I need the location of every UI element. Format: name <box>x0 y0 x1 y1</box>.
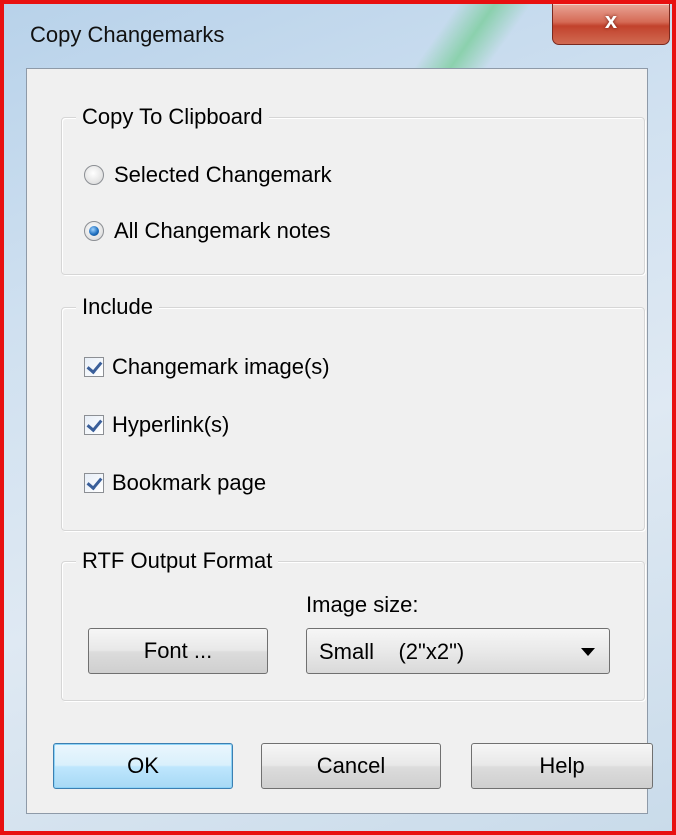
chevron-down-icon[interactable] <box>581 648 595 656</box>
radio-checked-icon[interactable] <box>84 221 104 241</box>
include-group: Include Changemark image(s) Hyperlink(s)… <box>61 294 645 531</box>
help-button[interactable]: Help <box>471 743 653 789</box>
dialog-client-area: Copy To Clipboard Selected Changemark Al… <box>26 68 653 814</box>
copy-to-clipboard-group: Copy To Clipboard Selected Changemark Al… <box>61 104 645 275</box>
radio-all-changemark-notes[interactable]: All Changemark notes <box>84 218 330 244</box>
radio-selected-changemark[interactable]: Selected Changemark <box>84 162 332 188</box>
image-size-value: Small (2"x2") <box>319 639 465 664</box>
image-size-select[interactable]: Small (2"x2") <box>306 628 610 674</box>
include-title: Include <box>76 294 159 320</box>
window-title: Copy Changemarks <box>30 22 225 47</box>
checkbox-changemark-images[interactable]: Changemark image(s) <box>84 354 330 380</box>
close-icon: x <box>604 8 618 33</box>
radio-icon[interactable] <box>84 165 104 185</box>
radio-label: All Changemark notes <box>114 218 331 243</box>
close-button[interactable]: x <box>552 4 670 45</box>
font-button[interactable]: Font ... <box>88 628 268 674</box>
checkbox-checked-icon[interactable] <box>84 473 104 493</box>
rtf-output-format-group: RTF Output Format Image size: Font ... S… <box>61 548 645 701</box>
cancel-button[interactable]: Cancel <box>261 743 441 789</box>
checkbox-label: Bookmark page <box>112 470 267 495</box>
ok-button[interactable]: OK <box>53 743 233 789</box>
image-size-label: Image size: <box>306 592 419 617</box>
radio-label: Selected Changemark <box>114 162 332 187</box>
copy-changemarks-dialog: Copy Changemarks x Copy To Clipboard Sel… <box>0 0 676 835</box>
checkbox-label: Hyperlink(s) <box>112 412 230 437</box>
copy-to-clipboard-title: Copy To Clipboard <box>76 104 269 130</box>
checkbox-checked-icon[interactable] <box>84 415 104 435</box>
checkbox-label: Changemark image(s) <box>112 354 330 379</box>
rtf-output-format-title: RTF Output Format <box>76 548 279 574</box>
checkbox-checked-icon[interactable] <box>84 357 104 377</box>
checkbox-bookmark-page[interactable]: Bookmark page <box>84 470 266 496</box>
checkbox-hyperlinks[interactable]: Hyperlink(s) <box>84 412 229 438</box>
